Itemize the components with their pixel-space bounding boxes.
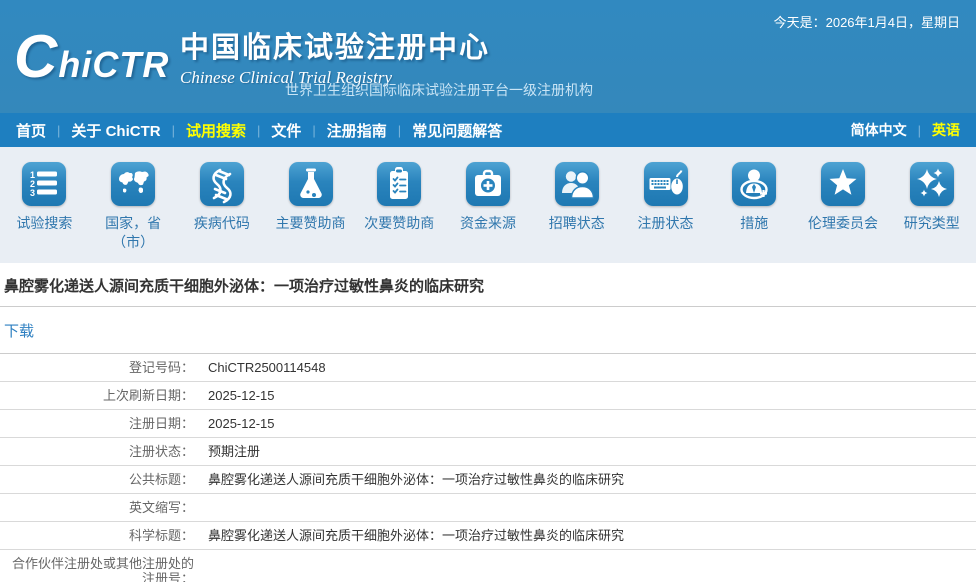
field-label: 登记号码： [0,354,200,382]
facet-funding-source[interactable]: 资金来源 [444,162,533,263]
lang-separator: | [918,123,921,138]
flask-icon [289,162,333,206]
field-label: 公共标题： [0,466,200,494]
nav-separator: | [172,123,175,138]
facet-label: 疾病代码 [194,214,250,233]
field-label: 注册日期： [0,410,200,438]
table-row-public-title: 公共标题： 鼻腔雾化递送人源间充质干细胞外泌体：一项治疗过敏性鼻炎的临床研究 [0,466,976,494]
nav-item-registration-guide[interactable]: 注册指南 [327,120,387,141]
facet-label: 试验搜索 [16,214,72,233]
lang-english[interactable]: 英语 [932,120,960,140]
facet-label: 招聘状态 [549,214,605,233]
medical-kit-icon [466,162,510,206]
trial-detail: 鼻腔雾化递送人源间充质干细胞外泌体：一项治疗过敏性鼻炎的临床研究 下载 登记号码… [0,263,976,582]
facet-trial-search[interactable]: 1 2 3 试验搜索 [0,162,89,263]
field-value: 预期注册 [200,438,976,466]
table-row-registration-date: 注册日期： 2025-12-15 [0,410,976,438]
facet-recruiting-status[interactable]: 招聘状态 [532,162,621,263]
field-value: 鼻腔雾化递送人源间充质干细胞外泌体：一项治疗过敏性鼻炎的临床研究 [200,466,976,494]
site-header: 今天是：2026年1月4日，星期日 ChiCTR 中国临床试验注册中心 Chin… [0,0,976,113]
table-row-partner-registry-number: 合作伙伴注册处或其他注册处的注册号： [0,550,976,582]
facet-interventions[interactable]: 措施 [710,162,799,263]
dna-icon [200,162,244,206]
facet-label: 资金来源 [460,214,516,233]
search-facets-bar: 1 2 3 试验搜索 [0,147,976,263]
facet-label: 注册状态 [638,214,694,233]
world-map-icon [111,162,155,206]
download-row: 下载 [0,307,976,353]
facet-label: 研究类型 [904,214,960,233]
facet-label: 伦理委员会 [808,214,878,233]
nav-item-home[interactable]: 首页 [16,120,46,141]
field-value: 鼻腔雾化递送人源间充质干细胞外泌体：一项治疗过敏性鼻炎的临床研究 [200,522,976,550]
field-value: 2025-12-15 [200,410,976,438]
clipboard-checklist-icon [377,162,421,206]
facet-disease-code[interactable]: 疾病代码 [177,162,266,263]
facet-primary-sponsor[interactable]: 主要赞助商 [266,162,355,263]
facet-label: 主要赞助商 [276,214,346,233]
facet-label: 国家，省（市） [92,214,174,252]
doctor-icon [732,162,776,206]
who-registry-subtitle: 世界卫生组织国际临床试验注册平台一级注册机构 [285,80,593,100]
site-brand: 中国临床试验注册中心 Chinese Clinical Trial Regist… [180,24,490,88]
site-title-chinese: 中国临床试验注册中心 [180,24,490,66]
trial-title: 鼻腔雾化递送人源间充质干细胞外泌体：一项治疗过敏性鼻炎的临床研究 [0,263,976,307]
page-root: 今天是：2026年1月4日，星期日 ChiCTR 中国临床试验注册中心 Chin… [0,0,976,582]
field-label: 科学标题： [0,522,200,550]
field-label: 上次刷新日期： [0,382,200,410]
nav-separator: | [312,123,315,138]
field-value: 2025-12-15 [200,382,976,410]
table-row-last-refreshed: 上次刷新日期： 2025-12-15 [0,382,976,410]
facet-study-type[interactable]: 研究类型 [887,162,976,263]
facet-label: 次要赞助商 [364,214,434,233]
nav-item-faq[interactable]: 常见问题解答 [412,120,502,141]
download-link[interactable]: 下载 [4,323,34,340]
main-nav: 首页 | 关于 ChiCTR | 试用搜索 | 文件 | 注册指南 | 常见问题… [0,113,976,147]
nav-item-documents[interactable]: 文件 [271,120,301,141]
facet-secondary-sponsor[interactable]: 次要赞助商 [355,162,444,263]
nav-separator: | [257,123,260,138]
facet-ethics-committee[interactable]: 伦理委员会 [799,162,888,263]
language-switcher: 简体中文 | 英语 [851,120,960,140]
table-row-registration-status: 注册状态： 预期注册 [0,438,976,466]
svg-text:3: 3 [30,188,35,198]
field-value [200,550,976,582]
field-value: ChiCTR2500114548 [200,354,976,382]
field-value [200,494,976,522]
trial-fields-table: 登记号码： ChiCTR2500114548 上次刷新日期： 2025-12-1… [0,353,976,582]
nav-item-about[interactable]: 关于 ChiCTR [71,120,160,141]
nav-separator: | [57,123,60,138]
people-icon [555,162,599,206]
nav-separator: | [398,123,401,138]
nav-item-trial-search[interactable]: 试用搜索 [186,120,246,141]
lang-simplified-chinese[interactable]: 简体中文 [851,120,907,140]
facet-label: 措施 [740,214,768,233]
keyboard-mouse-icon [644,162,688,206]
field-label: 英文缩写： [0,494,200,522]
current-date: 今天是：2026年1月4日，星期日 [774,12,960,31]
numbered-list-icon: 1 2 3 [22,162,66,206]
field-label: 注册状态： [0,438,200,466]
facet-country-province[interactable]: 国家，省（市） [89,162,178,263]
table-row-registration-number: 登记号码： ChiCTR2500114548 [0,354,976,382]
table-row-scientific-title: 科学标题： 鼻腔雾化递送人源间充质干细胞外泌体：一项治疗过敏性鼻炎的临床研究 [0,522,976,550]
sparkles-icon [910,162,954,206]
chictr-logo[interactable]: ChiCTR [14,22,169,100]
star-icon [821,162,865,206]
field-label: 合作伙伴注册处或其他注册处的注册号： [0,550,200,582]
table-row-english-acronym: 英文缩写： [0,494,976,522]
facet-registration-status[interactable]: 注册状态 [621,162,710,263]
